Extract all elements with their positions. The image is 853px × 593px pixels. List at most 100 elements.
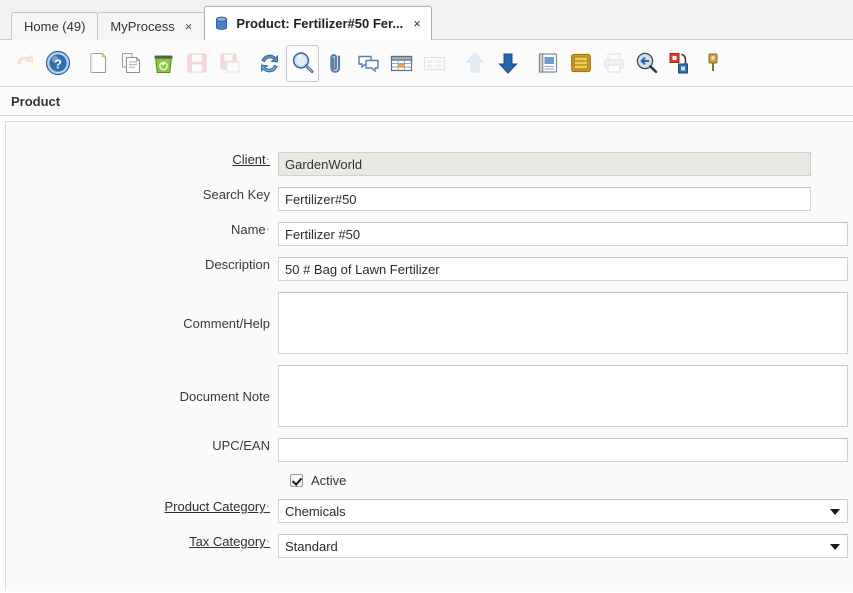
select-tax-category-value: Standard bbox=[285, 539, 338, 554]
tab-home[interactable]: Home (49) bbox=[11, 12, 99, 40]
product-info-icon bbox=[708, 53, 717, 71]
detail-record-icon bbox=[497, 53, 518, 74]
archive-icon bbox=[570, 53, 591, 73]
chat-icon bbox=[358, 55, 379, 73]
select-tax-category[interactable]: Standard bbox=[278, 534, 848, 558]
input-document-note[interactable] bbox=[278, 365, 848, 427]
new-record-icon bbox=[89, 52, 106, 74]
field-row-active: Active bbox=[6, 473, 853, 488]
label-client[interactable]: Client· bbox=[6, 152, 278, 167]
tab-product[interactable]: Product: Fertilizer#50 Fer... × bbox=[204, 6, 432, 40]
product-window: Home (49) MyProcess × Product: Fertilize… bbox=[0, 0, 853, 593]
help-button[interactable]: ? bbox=[41, 45, 74, 82]
chevron-down-icon[interactable] bbox=[830, 544, 840, 550]
toolbar: ? bbox=[0, 40, 853, 87]
field-row-client: Client· GardenWorld bbox=[6, 152, 853, 176]
required-marker: · bbox=[265, 533, 270, 548]
label-document-note: Document Note bbox=[179, 388, 270, 404]
tab-product-close-icon[interactable]: × bbox=[413, 17, 421, 30]
print-icon bbox=[603, 53, 624, 73]
label-tax-category[interactable]: Tax Category· bbox=[6, 534, 278, 549]
field-row-name: Name· Fertilizer #50 bbox=[6, 222, 853, 246]
save-create-icon bbox=[219, 53, 239, 73]
report-button[interactable] bbox=[531, 45, 564, 82]
attachment-button[interactable] bbox=[319, 45, 352, 82]
attachment-icon bbox=[329, 54, 340, 73]
required-marker: · bbox=[265, 498, 270, 513]
save-button[interactable] bbox=[180, 45, 213, 82]
refresh-button[interactable] bbox=[253, 45, 286, 82]
archive-button[interactable] bbox=[564, 45, 597, 82]
export-icon bbox=[669, 53, 688, 74]
input-description[interactable]: 50 # Bag of Lawn Fertilizer bbox=[278, 257, 848, 281]
label-client-text: Client bbox=[232, 152, 266, 167]
parent-record-button[interactable] bbox=[458, 45, 491, 82]
field-row-tax-category: Tax Category· Standard bbox=[6, 534, 853, 558]
input-comment-help[interactable] bbox=[278, 292, 848, 354]
input-search-key[interactable]: Fertilizer#50 bbox=[278, 187, 811, 211]
label-search-key: Search Key bbox=[202, 187, 270, 202]
page-title-text: Product bbox=[11, 93, 61, 109]
tab-myprocess-label: MyProcess bbox=[110, 19, 175, 34]
label-comment-help: Comment/Help bbox=[183, 315, 270, 331]
field-row-document-note: Document Note bbox=[6, 365, 853, 427]
find-button[interactable] bbox=[286, 44, 319, 82]
page-title: Product bbox=[0, 87, 853, 116]
field-row-product-category: Product Category· Chemicals bbox=[6, 499, 853, 523]
label-description: Description bbox=[204, 257, 270, 272]
select-product-category-value: Chemicals bbox=[285, 504, 346, 519]
zoom-across-button[interactable] bbox=[630, 45, 663, 82]
label-tax-category-text: Tax Category bbox=[189, 534, 266, 549]
parent-record-icon bbox=[464, 52, 485, 73]
label-name-text: Name bbox=[230, 222, 266, 237]
undo-button[interactable] bbox=[8, 45, 41, 82]
find-icon bbox=[292, 52, 313, 74]
field-row-description: Description 50 # Bag of Lawn Fertilizer bbox=[6, 257, 853, 281]
label-upc-ean: UPC/EAN bbox=[212, 438, 270, 453]
help-icon: ? bbox=[45, 50, 70, 76]
save-icon bbox=[186, 53, 207, 73]
multi-select-button[interactable] bbox=[418, 45, 451, 82]
undo-icon bbox=[16, 53, 34, 65]
field-row-upc-ean: UPC/EAN bbox=[6, 438, 853, 462]
copy-record-button[interactable] bbox=[114, 45, 147, 82]
form-grid: Client· GardenWorld Search Key Fertilize… bbox=[6, 122, 853, 558]
grid-toggle-button[interactable] bbox=[385, 45, 418, 82]
copy-record-icon bbox=[121, 53, 140, 74]
zoom-across-icon bbox=[636, 52, 657, 74]
active-checkbox-group[interactable]: Active bbox=[278, 473, 346, 488]
checkbox-active[interactable] bbox=[290, 474, 303, 487]
tab-home-label: Home (49) bbox=[24, 19, 86, 34]
export-button[interactable] bbox=[663, 45, 696, 82]
grid-toggle-icon bbox=[390, 55, 413, 71]
chevron-down-icon[interactable] bbox=[830, 509, 840, 515]
field-row-comment-help: Comment/Help bbox=[6, 292, 853, 354]
save-create-button[interactable] bbox=[213, 45, 246, 82]
product-info-button[interactable] bbox=[696, 45, 729, 82]
input-client[interactable]: GardenWorld bbox=[278, 152, 811, 176]
print-button[interactable] bbox=[597, 45, 630, 82]
tab-myprocess[interactable]: MyProcess × bbox=[97, 12, 206, 40]
new-record-button[interactable] bbox=[81, 45, 114, 82]
tab-product-label: Product: Fertilizer#50 Fer... bbox=[236, 16, 404, 31]
refresh-icon bbox=[261, 54, 278, 72]
label-name: Name· bbox=[6, 222, 278, 237]
chat-button[interactable] bbox=[352, 45, 385, 82]
delete-icon bbox=[154, 55, 173, 73]
field-row-search-key: Search Key Fertilizer#50 bbox=[6, 187, 853, 211]
tab-myprocess-close-icon[interactable]: × bbox=[185, 20, 193, 33]
select-product-category[interactable]: Chemicals bbox=[278, 499, 848, 523]
required-marker: · bbox=[265, 221, 270, 236]
svg-text:?: ? bbox=[54, 56, 62, 71]
detail-record-button[interactable] bbox=[491, 45, 524, 82]
tab-bar: Home (49) MyProcess × Product: Fertilize… bbox=[0, 0, 853, 40]
label-active: Active bbox=[311, 473, 347, 488]
input-name[interactable]: Fertilizer #50 bbox=[278, 222, 848, 246]
required-marker: · bbox=[265, 151, 270, 166]
report-icon bbox=[538, 53, 557, 73]
input-upc-ean[interactable] bbox=[278, 438, 848, 462]
label-product-category[interactable]: Product Category· bbox=[6, 499, 278, 514]
tab-strip: Home (49) MyProcess × Product: Fertilize… bbox=[11, 6, 432, 40]
delete-button[interactable] bbox=[147, 45, 180, 82]
label-product-category-text: Product Category bbox=[164, 499, 266, 514]
